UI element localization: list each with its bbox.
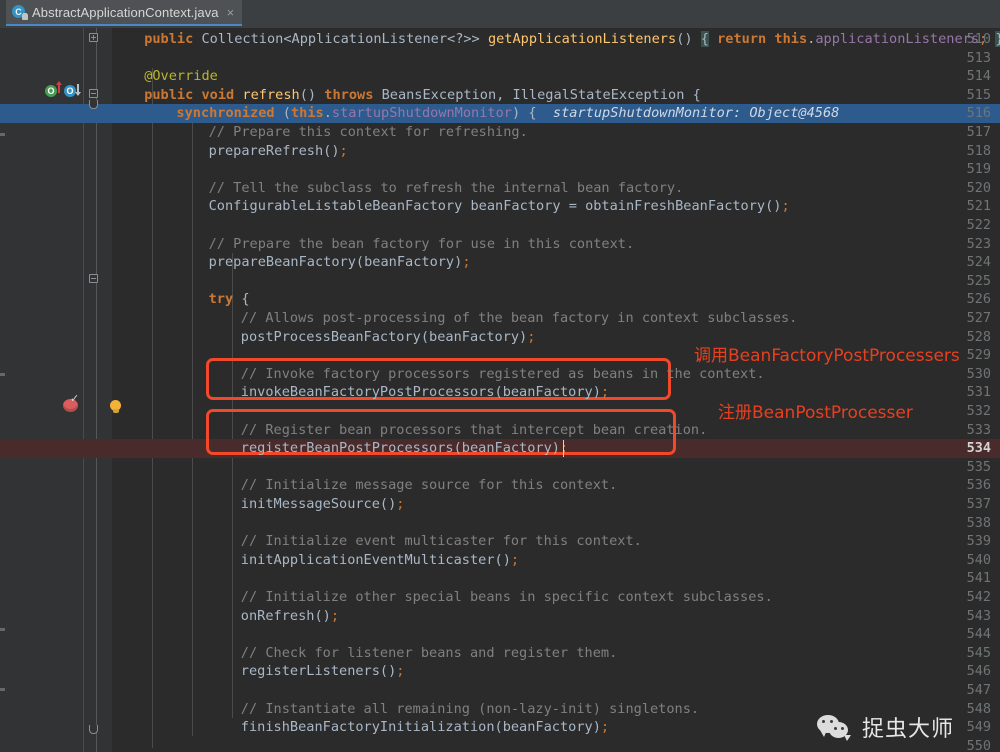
editor-tab-abstractapplicationcontext[interactable]: C AbstractApplicationContext.java × xyxy=(6,0,243,26)
fold-marker-expanded[interactable] xyxy=(89,89,98,98)
line-number-gutter[interactable] xyxy=(5,28,83,752)
code-line[interactable]: // Check for listener beans and register… xyxy=(112,644,1000,663)
code-line[interactable]: // Initialize event multicaster for this… xyxy=(112,532,1000,551)
editor-tab-label: AbstractApplicationContext.java xyxy=(32,4,219,20)
code-folding-gutter[interactable] xyxy=(84,28,112,752)
line-number: 519 xyxy=(966,161,991,178)
line-number: 532 xyxy=(966,403,991,419)
fold-marker-collapsed[interactable] xyxy=(89,33,98,42)
code-line[interactable]: initMessageSource(); xyxy=(112,495,1000,514)
line-number: 529 xyxy=(966,347,991,364)
code-line[interactable]: registerBeanPostProcessors(beanFactory); xyxy=(112,439,1000,458)
code-line[interactable]: // Tell the subclass to refresh the inte… xyxy=(112,179,1000,198)
fold-region-end-marker[interactable] xyxy=(89,100,98,109)
code-line[interactable]: // Initialize message source for this co… xyxy=(112,476,1000,495)
line-number: 525 xyxy=(966,272,991,289)
code-line[interactable]: // Instantiate all remaining (non-lazy-i… xyxy=(112,700,1000,719)
implementing-method-arrow-head xyxy=(56,81,62,85)
line-number: 550 xyxy=(966,737,991,752)
code-line[interactable]: // Allows post-processing of the bean fa… xyxy=(112,309,1000,328)
line-number: 544 xyxy=(966,626,991,643)
code-line[interactable]: // Register bean processors that interce… xyxy=(112,421,1000,440)
breakpoint-check-glyph: ✓ xyxy=(70,393,80,405)
overriding-method-arrow-head xyxy=(75,92,81,96)
ide-window: C AbstractApplicationContext.java × 510 … xyxy=(0,0,1000,752)
code-line[interactable]: finishBeanFactoryInitialization(beanFact… xyxy=(112,718,1000,737)
code-line[interactable]: invokeBeanFactoryPostProcessors(beanFact… xyxy=(112,383,1000,402)
text-caret xyxy=(562,440,565,457)
code-line[interactable]: @Override xyxy=(112,67,1000,86)
code-line[interactable]: try { xyxy=(112,290,1000,309)
line-number: 513 xyxy=(966,49,991,66)
code-line[interactable]: // Prepare this context for refreshing. xyxy=(112,123,1000,142)
code-line[interactable]: // Prepare the bean factory for use in t… xyxy=(112,235,1000,254)
lock-icon xyxy=(22,14,28,20)
code-line[interactable]: postProcessBeanFactory(beanFactory); xyxy=(112,328,1000,347)
code-line[interactable]: public Collection<ApplicationListener<?>… xyxy=(112,30,1000,49)
close-icon[interactable]: × xyxy=(227,6,235,19)
code-line[interactable]: synchronized (this.startupShutdownMonito… xyxy=(112,104,1000,123)
line-number: 535 xyxy=(966,458,991,475)
java-class-icon: C xyxy=(12,5,28,20)
code-line[interactable]: onRefresh(); xyxy=(112,607,1000,626)
fold-region-end-marker-bottom[interactable] xyxy=(89,725,98,734)
code-line[interactable]: ConfigurableListableBeanFactory beanFact… xyxy=(112,197,1000,216)
fold-marker-expanded[interactable] xyxy=(89,274,98,283)
line-number: 538 xyxy=(966,514,991,531)
fold-region-line xyxy=(96,28,97,752)
line-number: 541 xyxy=(966,570,991,587)
line-number: 522 xyxy=(966,217,991,233)
code-line[interactable]: // Initialize other special beans in spe… xyxy=(112,588,1000,607)
code-line[interactable]: public void refresh() throws BeansExcept… xyxy=(112,86,1000,105)
code-line[interactable]: prepareBeanFactory(beanFactory); xyxy=(112,253,1000,272)
line-number: 547 xyxy=(966,682,991,698)
code-line[interactable]: initApplicationEventMulticaster(); xyxy=(112,551,1000,570)
code-line[interactable]: registerListeners(); xyxy=(112,662,1000,681)
code-line[interactable]: prepareRefresh(); xyxy=(112,142,1000,161)
code-line[interactable]: // Invoke factory processors registered … xyxy=(112,365,1000,384)
editor-tab-bar: C AbstractApplicationContext.java × xyxy=(0,0,1000,28)
code-editor[interactable]: 510 public Collection<ApplicationListener… xyxy=(0,28,1000,752)
implementing-method-icon[interactable]: O xyxy=(45,85,57,97)
